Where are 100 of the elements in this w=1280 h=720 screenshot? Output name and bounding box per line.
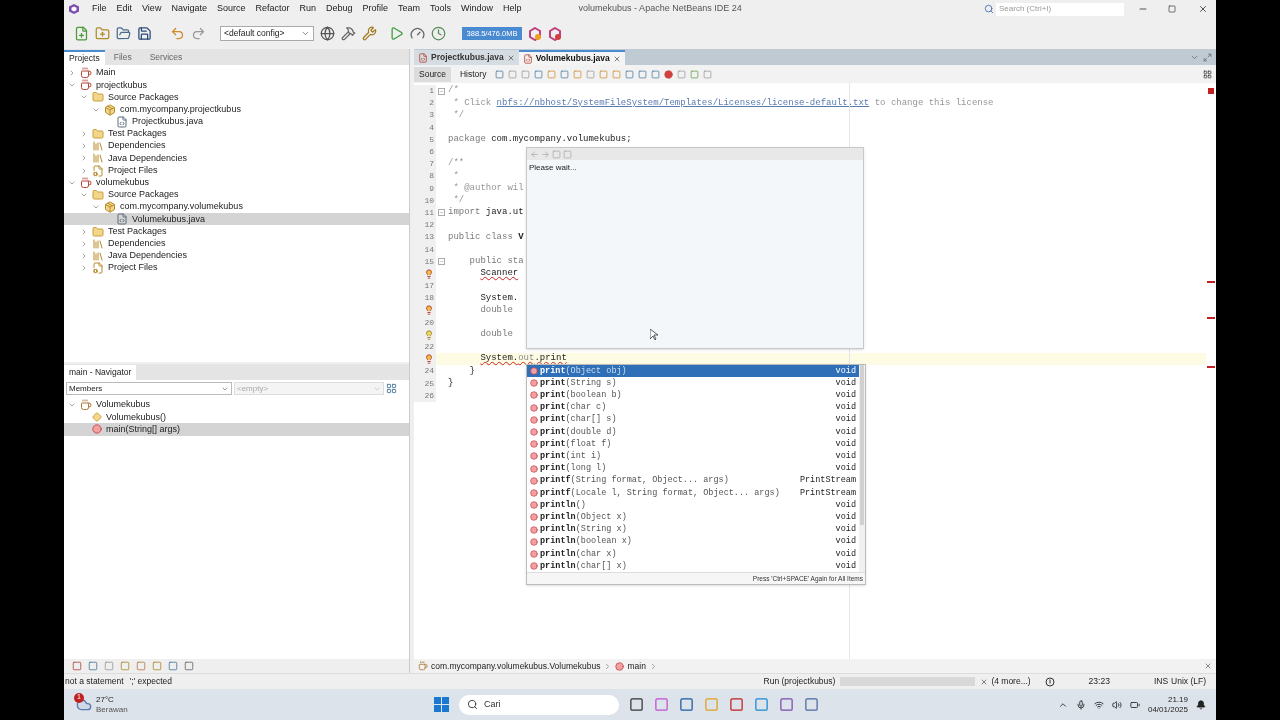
completion-item[interactable]: println(String x) void: [527, 523, 859, 536]
config-dropdown[interactable]: <default config>: [220, 26, 314, 41]
taskbar-app-icon[interactable]: [729, 697, 744, 712]
close-tab-icon[interactable]: [612, 54, 621, 63]
view-tab[interactable]: Source: [414, 66, 451, 82]
menu-item[interactable]: File: [87, 2, 112, 16]
tree-item[interactable]: volumekubus: [64, 176, 409, 189]
tree-item[interactable]: com.mycompany.projectkubus: [64, 103, 409, 116]
scrollbar-thumb[interactable]: [860, 365, 864, 525]
tree-item[interactable]: Source Packages: [64, 91, 409, 104]
tree-item[interactable]: Test Packages: [64, 225, 409, 238]
tree-item[interactable]: Volumekubus: [64, 399, 409, 412]
view-tab[interactable]: History: [454, 66, 492, 82]
error-hint-icon[interactable]: [424, 354, 434, 365]
breadcrumb-item[interactable]: com.mycompany.volumekubus.Volumekubus: [431, 659, 601, 673]
tree-item[interactable]: Projectkubus.java: [64, 115, 409, 128]
completion-item[interactable]: print(boolean b) void: [527, 389, 859, 402]
error-hint-icon[interactable]: [424, 305, 434, 316]
tree-item[interactable]: Test Packages: [64, 127, 409, 141]
editor-tab[interactable]: Volumekubus.java: [518, 50, 625, 65]
notifications-icon[interactable]: [1196, 699, 1206, 710]
completion-item[interactable]: print(String s) void: [527, 377, 859, 390]
completion-item[interactable]: println(boolean x) void: [527, 535, 859, 548]
new-project-icon[interactable]: [95, 26, 110, 41]
completion-item[interactable]: print(char c) void: [527, 401, 859, 414]
panel-tab[interactable]: Files: [104, 50, 141, 65]
taskbar-app-icon[interactable]: [629, 697, 644, 712]
members-dropdown[interactable]: Members: [66, 382, 232, 395]
tree-item[interactable]: Source Packages: [64, 188, 409, 202]
wifi-icon[interactable]: [1093, 699, 1104, 710]
tab-list-icon[interactable]: [1190, 53, 1199, 62]
completion-item[interactable]: print(double d) void: [527, 425, 859, 439]
volume-icon[interactable]: [1111, 699, 1122, 710]
completion-item[interactable]: println(char[] x) void: [527, 560, 859, 573]
tree-item[interactable]: projectkubus: [64, 79, 409, 92]
tree-item[interactable]: Java Dependencies: [64, 249, 409, 262]
undo-icon[interactable]: [170, 26, 185, 41]
hint-icon[interactable]: [424, 329, 434, 340]
microphone-icon[interactable]: [1075, 699, 1086, 710]
panel-tab[interactable]: Projects: [64, 50, 105, 65]
completion-item[interactable]: print(char[] s) void: [527, 413, 859, 426]
taskbar-search[interactable]: Cari: [459, 694, 619, 715]
completion-item[interactable]: print(long l) void: [527, 462, 859, 475]
tree-item[interactable]: main(String[] args): [64, 423, 409, 436]
more-tasks-link[interactable]: (4 more...): [991, 675, 1031, 688]
collapse-icon[interactable]: [68, 69, 76, 78]
menu-item[interactable]: View: [137, 2, 167, 16]
panel-tab[interactable]: main - Navigator: [64, 364, 137, 380]
split-icon[interactable]: [1203, 69, 1212, 79]
notification-icon[interactable]: [1044, 676, 1055, 687]
maximize-icon[interactable]: [1168, 5, 1176, 13]
build-icon[interactable]: [341, 26, 356, 41]
menu-item[interactable]: Profile: [357, 2, 394, 16]
forward-icon[interactable]: [541, 149, 550, 159]
view-icon[interactable]: [386, 383, 397, 394]
cancel-icon[interactable]: [980, 677, 989, 686]
back-icon[interactable]: [530, 149, 539, 159]
open-project-icon[interactable]: [116, 26, 131, 41]
new-file-icon[interactable]: [74, 26, 89, 41]
taskbar-app-icon[interactable]: [754, 697, 769, 712]
tree-item[interactable]: Project Files: [64, 262, 409, 275]
completion-item[interactable]: println(char x) void: [527, 547, 859, 560]
fold-icon[interactable]: [437, 209, 445, 217]
completion-item[interactable]: print(int i) void: [527, 450, 859, 463]
close-tab-icon[interactable]: [506, 53, 515, 62]
tree-item[interactable]: Project Files: [64, 164, 409, 177]
record-macro-icon[interactable]: [664, 69, 674, 79]
close-icon[interactable]: [1198, 4, 1208, 14]
tree-item[interactable]: Main: [64, 67, 409, 80]
menu-item[interactable]: Navigate: [166, 2, 212, 16]
error-hint-icon[interactable]: [424, 268, 434, 279]
save-icon[interactable]: [137, 26, 152, 41]
panel-tab[interactable]: Services: [140, 50, 192, 65]
completion-item[interactable]: println() void: [527, 499, 859, 512]
taskbar-app-icon[interactable]: [654, 697, 669, 712]
completion-item[interactable]: println(Object x) void: [527, 511, 859, 524]
tree-item[interactable]: Volumekubus.java: [64, 213, 409, 226]
completion-item[interactable]: print(Object obj) void: [527, 365, 859, 378]
globe-icon[interactable]: [320, 26, 335, 41]
maximize-editor-icon[interactable]: [1203, 53, 1212, 62]
redo-icon[interactable]: [191, 26, 206, 41]
start-icon[interactable]: [434, 697, 449, 712]
breadcrumb-item[interactable]: main: [627, 659, 646, 673]
editor-tab[interactable]: Projectkubus.java: [414, 50, 519, 65]
tree-item[interactable]: Dependencies: [64, 140, 409, 153]
close-icon[interactable]: [1204, 662, 1212, 670]
fold-icon[interactable]: [437, 258, 445, 266]
menu-item[interactable]: Help: [498, 2, 527, 16]
menu-item[interactable]: Team: [393, 2, 426, 16]
run-icon[interactable]: [389, 26, 404, 41]
tree-item[interactable]: com.mycompany.volumekubus: [64, 201, 409, 214]
taskbar-app-icon[interactable]: [804, 697, 819, 712]
completion-item[interactable]: printf(String format, Object... args) PrintStream: [527, 474, 859, 487]
battery-icon[interactable]: [1129, 699, 1140, 710]
search-icon[interactable]: [984, 4, 994, 14]
menu-item[interactable]: Source: [211, 2, 251, 16]
menu-item[interactable]: Edit: [111, 2, 138, 16]
menu-item[interactable]: Refactor: [250, 2, 295, 16]
tree-item[interactable]: Dependencies: [64, 237, 409, 250]
tree-item[interactable]: Volumekubus(): [64, 411, 409, 424]
